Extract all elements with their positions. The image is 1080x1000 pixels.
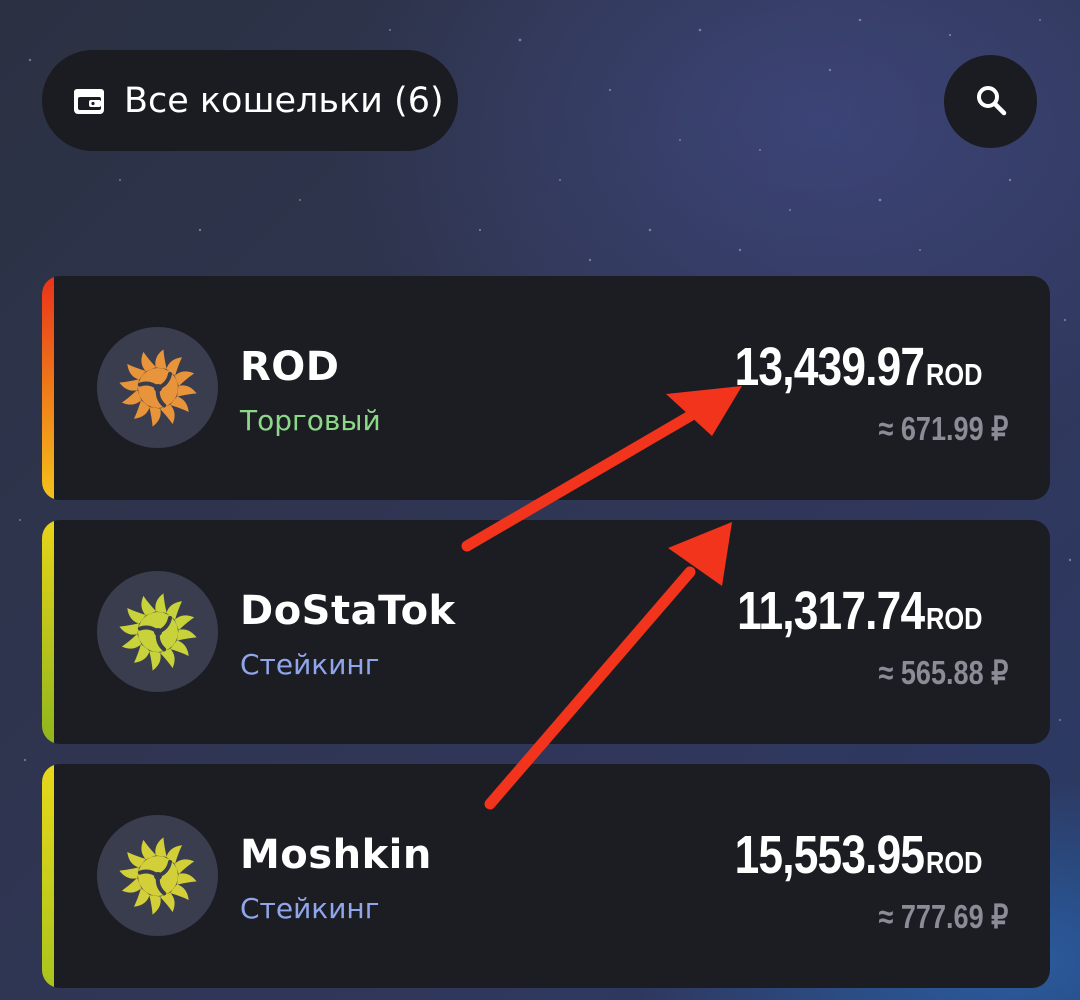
wallet-balance-unit: ROD (926, 601, 983, 636)
wallet-avatar (97, 571, 218, 692)
wallet-color-stripe (42, 276, 54, 500)
wallet-card-dostatok[interactable]: DoStaTok Стейкинг 11,317.74 ROD ≈ 565.88… (42, 520, 1050, 744)
wallet-name: Moshkin (240, 832, 432, 878)
wallet-balance: 13,439.97 ROD (693, 336, 995, 398)
wallet-fiat-value: ≈ 777.69 ₽ (878, 898, 1008, 935)
wallet-card-moshkin[interactable]: Moshkin Стейкинг 15,553.95 ROD ≈ 777.69 … (42, 764, 1050, 988)
all-wallets-button[interactable]: Все кошельки (6) (42, 50, 458, 151)
wallet-avatar (97, 815, 218, 936)
sun-spiral-logo-icon (118, 592, 197, 671)
wallet-fiat-value: ≈ 671.99 ₽ (878, 410, 1008, 447)
wallet-type: Торговый (240, 404, 381, 437)
search-icon (974, 83, 1008, 121)
wallet-balance-unit: ROD (926, 845, 983, 880)
sun-spiral-logo-icon (118, 836, 197, 915)
wallet-type: Стейкинг (240, 648, 380, 681)
sun-spiral-logo-icon (118, 348, 197, 427)
search-button[interactable] (944, 55, 1037, 148)
wallet-balance: 11,317.74 ROD (696, 580, 995, 642)
wallet-balance-unit: ROD (926, 357, 983, 392)
wallet-color-stripe (42, 520, 54, 744)
wallet-balance-value: 11,317.74 (736, 581, 925, 641)
wallet-name: DoStaTok (240, 588, 456, 634)
wallet-color-stripe (42, 764, 54, 988)
wallet-avatar (97, 327, 218, 448)
wallet-balance-value: 15,553.95 (734, 825, 925, 885)
wallet-balance: 15,553.95 ROD (693, 824, 995, 886)
wallet-name: ROD (240, 344, 340, 390)
wallet-fiat-value: ≈ 565.88 ₽ (878, 654, 1008, 691)
all-wallets-label: Все кошельки (6) (124, 80, 444, 121)
wallet-type: Стейкинг (240, 892, 380, 925)
wallet-card-rod[interactable]: ROD Торговый 13,439.97 ROD ≈ 671.99 ₽ (42, 276, 1050, 500)
wallet-icon (72, 84, 106, 118)
wallet-balance-value: 13,439.97 (734, 337, 925, 397)
